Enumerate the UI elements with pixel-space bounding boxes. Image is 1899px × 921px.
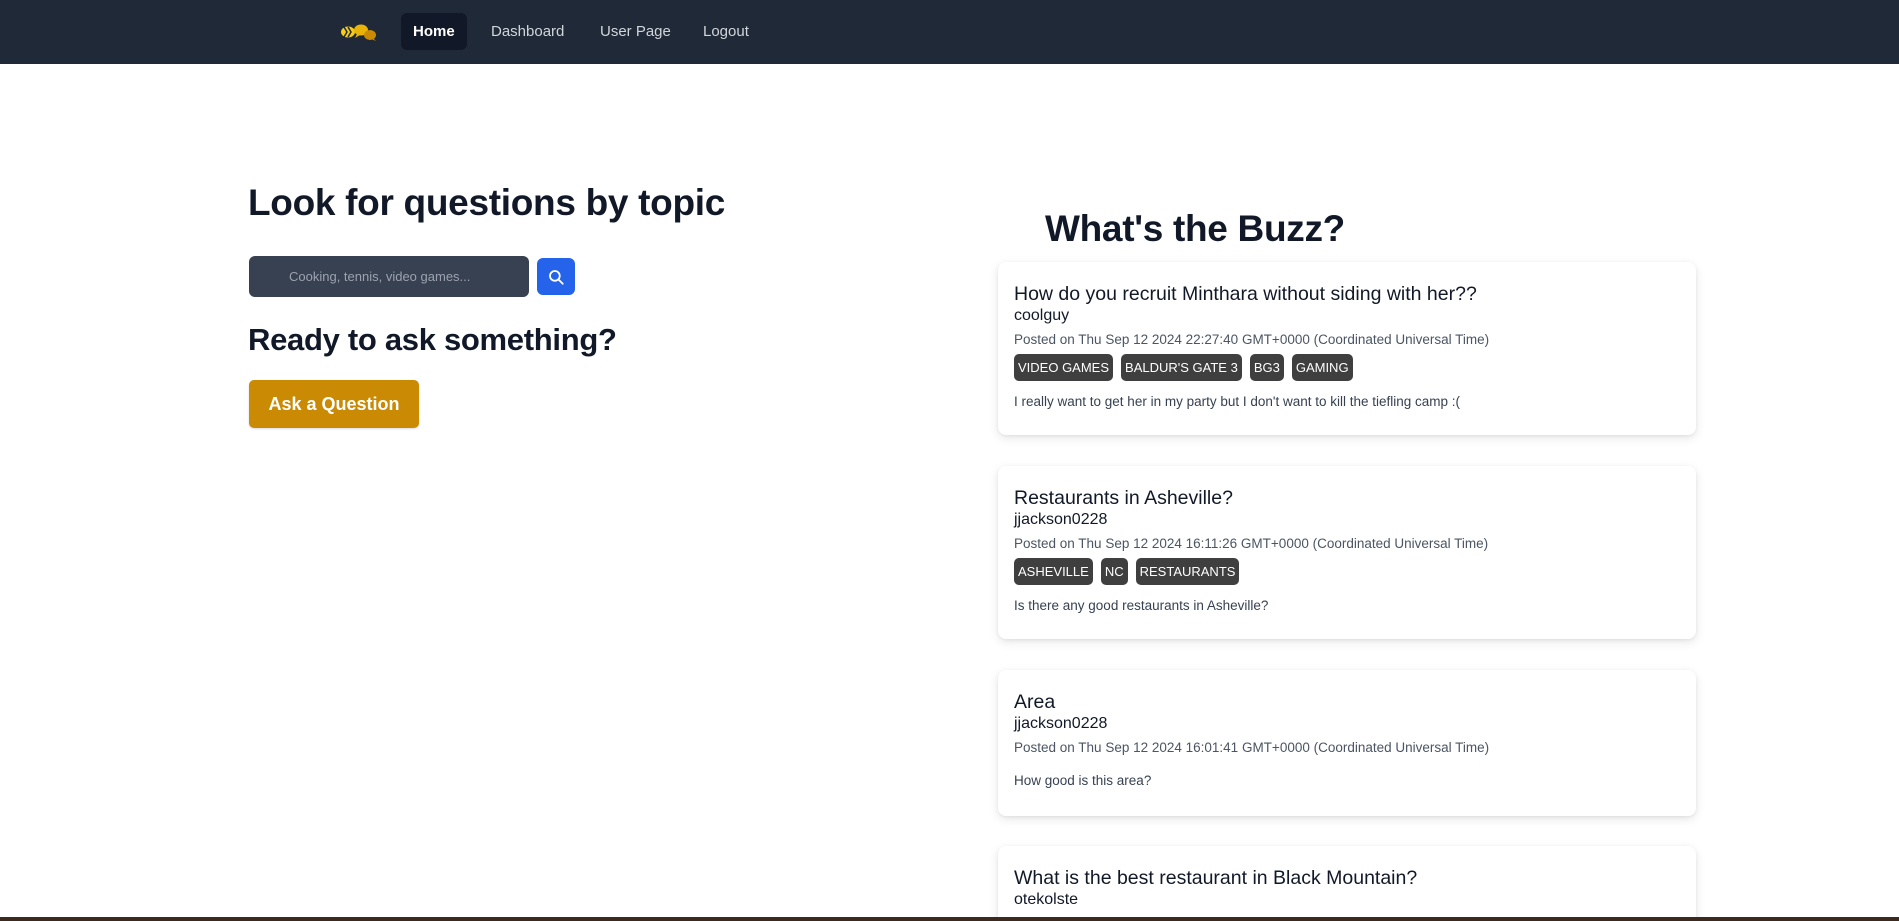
buzz-section-title: What's the Buzz?: [1045, 208, 1345, 249]
tag-list: ASHEVILLE NC RESTAURANTS: [1014, 558, 1680, 585]
question-card[interactable]: What is the best restaurant in Black Mou…: [998, 846, 1696, 921]
question-body: I really want to get her in my party but…: [1014, 394, 1461, 409]
search-button[interactable]: [537, 258, 575, 295]
question-card[interactable]: Area jjackson0228 Posted on Thu Sep 12 2…: [998, 670, 1696, 816]
question-card[interactable]: How do you recruit Minthara without sidi…: [998, 262, 1696, 435]
top-navbar: Home Dashboard User Page Logout: [0, 0, 1899, 64]
search-icon: [549, 269, 564, 285]
tag-badge[interactable]: NC: [1100, 558, 1128, 585]
bee-chat-logo-icon[interactable]: [339, 22, 379, 42]
question-title[interactable]: Area: [1014, 690, 1680, 714]
tag-badge[interactable]: GAMING: [1291, 354, 1353, 381]
nav-logout[interactable]: Logout: [691, 13, 761, 50]
bottom-edge-strip: [0, 917, 1899, 921]
question-posted-date: Posted on Thu Sep 12 2024 22:27:40 GMT+0…: [1014, 332, 1490, 347]
question-body: How good is this area?: [1014, 773, 1152, 788]
tag-list: VIDEO GAMES BALDUR'S GATE 3 BG3 GAMING: [1014, 354, 1680, 381]
topic-search-input[interactable]: [249, 256, 529, 297]
tag-badge[interactable]: BG3: [1249, 354, 1284, 381]
question-author[interactable]: jjackson0228: [1014, 510, 1680, 530]
question-title[interactable]: Restaurants in Asheville?: [1014, 486, 1680, 510]
tag-badge[interactable]: ASHEVILLE: [1014, 558, 1093, 585]
question-author[interactable]: jjackson0228: [1014, 714, 1680, 734]
question-title[interactable]: How do you recruit Minthara without sidi…: [1014, 282, 1680, 306]
ask-question-button[interactable]: Ask a Question: [249, 380, 419, 428]
question-author[interactable]: otekolste: [1014, 890, 1680, 910]
tag-badge[interactable]: BALDUR'S GATE 3: [1121, 354, 1242, 381]
question-card[interactable]: Restaurants in Asheville? jjackson0228 P…: [998, 466, 1696, 639]
question-author[interactable]: coolguy: [1014, 306, 1680, 326]
nav-home[interactable]: Home: [401, 13, 467, 50]
tag-badge[interactable]: RESTAURANTS: [1135, 558, 1240, 585]
question-posted-date: Posted on Thu Sep 12 2024 16:01:41 GMT+0…: [1014, 740, 1490, 755]
nav-user-page[interactable]: User Page: [588, 13, 683, 50]
question-body: Is there any good restaurants in Ashevil…: [1014, 598, 1269, 613]
question-posted-date: Posted on Thu Sep 12 2024 16:11:26 GMT+0…: [1014, 536, 1489, 551]
question-title[interactable]: What is the best restaurant in Black Mou…: [1014, 866, 1680, 890]
search-section-title: Look for questions by topic: [248, 182, 726, 223]
ask-section-title: Ready to ask something?: [248, 322, 617, 357]
nav-dashboard[interactable]: Dashboard: [479, 13, 576, 50]
tag-badge[interactable]: VIDEO GAMES: [1014, 354, 1114, 381]
